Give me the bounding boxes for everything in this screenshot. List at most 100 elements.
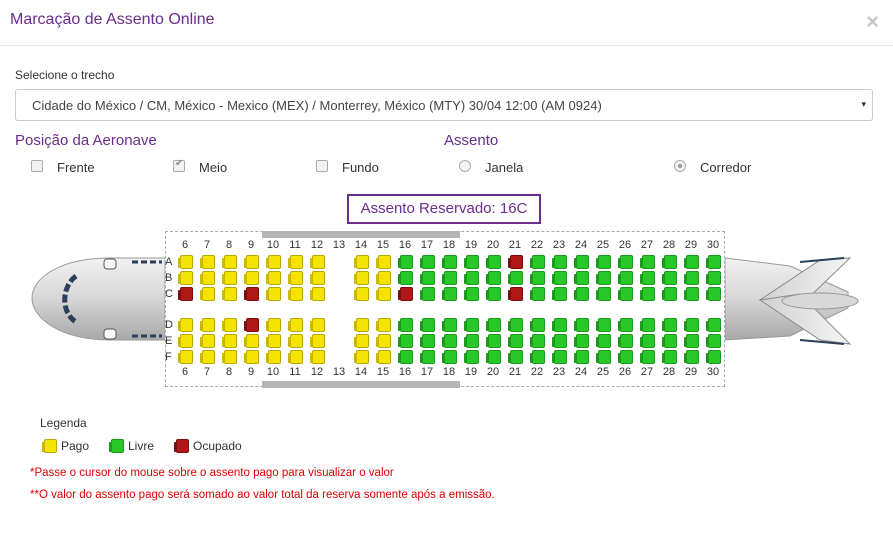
option-corredor[interactable]: Corredor [674,159,751,175]
seat-9B[interactable] [244,271,259,285]
seat-20E[interactable] [486,334,501,348]
seat-16E[interactable] [398,334,413,348]
seat-19B[interactable] [464,271,479,285]
seat-25F[interactable] [596,350,611,364]
option-fundo[interactable]: Fundo [316,159,379,175]
seat-15E[interactable] [376,334,391,348]
seat-12E[interactable] [310,334,325,348]
seat-22D[interactable] [530,318,545,332]
seat-7A[interactable] [200,255,215,269]
seat-23F[interactable] [552,350,567,364]
seat-9A[interactable] [244,255,259,269]
seat-24F[interactable] [574,350,589,364]
seat-27C[interactable] [640,287,655,301]
seat-16B[interactable] [398,271,413,285]
checkbox-frente[interactable] [31,159,43,172]
seat-29D[interactable] [684,318,699,332]
seat-12A[interactable] [310,255,325,269]
seat-22A[interactable] [530,255,545,269]
seat-25E[interactable] [596,334,611,348]
seat-19D[interactable] [464,318,479,332]
seat-28A[interactable] [662,255,677,269]
seat-9F[interactable] [244,350,259,364]
seat-28C[interactable] [662,287,677,301]
seat-26D[interactable] [618,318,633,332]
seat-6D[interactable] [178,318,193,332]
seat-27D[interactable] [640,318,655,332]
seat-7C[interactable] [200,287,215,301]
seat-8E[interactable] [222,334,237,348]
seat-8D[interactable] [222,318,237,332]
seat-27F[interactable] [640,350,655,364]
seat-12C[interactable] [310,287,325,301]
seat-25D[interactable] [596,318,611,332]
seat-17E[interactable] [420,334,435,348]
seat-24A[interactable] [574,255,589,269]
seat-14E[interactable] [354,334,369,348]
seat-30F[interactable] [706,350,721,364]
seat-26E[interactable] [618,334,633,348]
seat-20A[interactable] [486,255,501,269]
seat-26A[interactable] [618,255,633,269]
option-meio[interactable]: Meio [173,158,227,175]
seat-25C[interactable] [596,287,611,301]
seat-19A[interactable] [464,255,479,269]
seat-28E[interactable] [662,334,677,348]
seat-17C[interactable] [420,287,435,301]
seat-11D[interactable] [288,318,303,332]
close-icon[interactable]: × [866,8,879,36]
seat-11E[interactable] [288,334,303,348]
seat-8C[interactable] [222,287,237,301]
seat-7F[interactable] [200,350,215,364]
seat-17F[interactable] [420,350,435,364]
seat-16A[interactable] [398,255,413,269]
radio-corredor[interactable] [674,159,686,172]
seat-20F[interactable] [486,350,501,364]
seat-12D[interactable] [310,318,325,332]
seat-15B[interactable] [376,271,391,285]
seat-6A[interactable] [178,255,193,269]
seat-30A[interactable] [706,255,721,269]
seat-29F[interactable] [684,350,699,364]
seat-15C[interactable] [376,287,391,301]
option-frente[interactable]: Frente [31,159,95,175]
seat-28B[interactable] [662,271,677,285]
seat-11B[interactable] [288,271,303,285]
seat-10C[interactable] [266,287,281,301]
seat-15A[interactable] [376,255,391,269]
seat-29A[interactable] [684,255,699,269]
seat-22E[interactable] [530,334,545,348]
seat-18A[interactable] [442,255,457,269]
seat-22C[interactable] [530,287,545,301]
seat-20C[interactable] [486,287,501,301]
seat-10B[interactable] [266,271,281,285]
trecho-select[interactable]: Cidade do México / CM, México - Mexico (… [15,89,873,121]
seat-30D[interactable] [706,318,721,332]
seat-25A[interactable] [596,255,611,269]
seat-18B[interactable] [442,271,457,285]
seat-27E[interactable] [640,334,655,348]
seat-24B[interactable] [574,271,589,285]
seat-18F[interactable] [442,350,457,364]
seat-28F[interactable] [662,350,677,364]
seat-29C[interactable] [684,287,699,301]
seat-23A[interactable] [552,255,567,269]
seat-20D[interactable] [486,318,501,332]
seat-29E[interactable] [684,334,699,348]
seat-7E[interactable] [200,334,215,348]
seat-12F[interactable] [310,350,325,364]
seat-27A[interactable] [640,255,655,269]
seat-10D[interactable] [266,318,281,332]
seat-22B[interactable] [530,271,545,285]
seat-18E[interactable] [442,334,457,348]
seat-24C[interactable] [574,287,589,301]
seat-26F[interactable] [618,350,633,364]
seat-22F[interactable] [530,350,545,364]
seat-23B[interactable] [552,271,567,285]
seat-20B[interactable] [486,271,501,285]
seat-19C[interactable] [464,287,479,301]
seat-15F[interactable] [376,350,391,364]
seat-10E[interactable] [266,334,281,348]
seat-23D[interactable] [552,318,567,332]
seat-21E[interactable] [508,334,523,348]
